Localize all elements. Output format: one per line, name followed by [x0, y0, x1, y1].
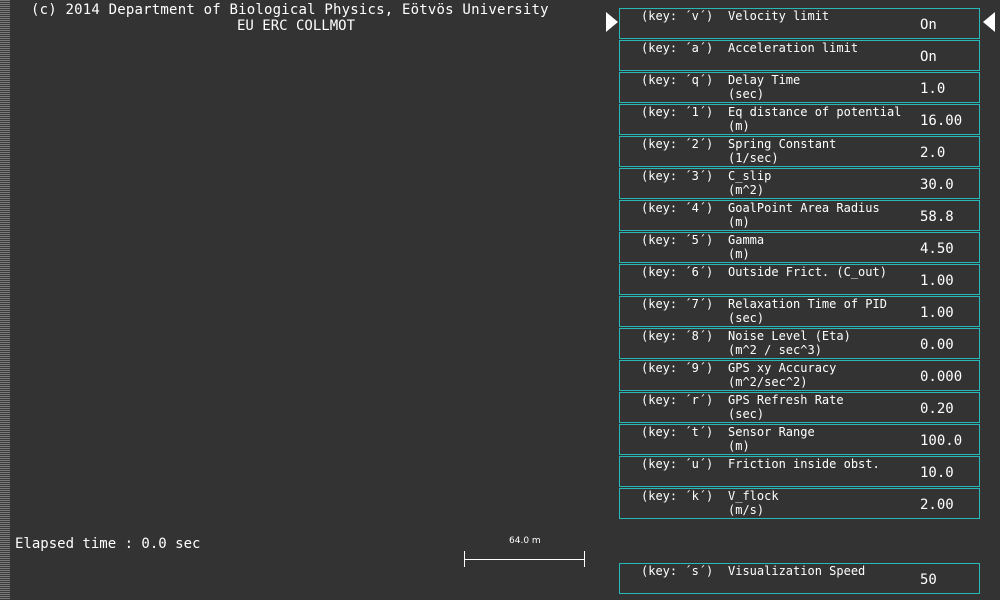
param-row-gamma[interactable]: (key: ´5´) Gamma (m) 4.50 — [619, 232, 980, 263]
param-value: 1.00 — [920, 305, 954, 321]
param-unit: (m^2/sec^2) — [728, 375, 808, 389]
param-unit: (m) — [728, 439, 750, 453]
param-unit: (m/s) — [728, 503, 765, 517]
param-value: 58.8 — [920, 209, 954, 225]
param-row-delay-time[interactable]: (key: ´q´) Delay Time (sec) 1.0 — [619, 72, 980, 103]
param-value: On — [920, 49, 937, 65]
param-row-eq-distance[interactable]: (key: ´1´) Eq distance of potential (m) … — [619, 104, 980, 135]
param-unit: (1/sec) — [728, 151, 779, 165]
param-key: (key: ´8´) — [641, 329, 714, 343]
param-value: 30.0 — [920, 177, 954, 193]
param-key: (key: ´u´) — [641, 457, 714, 471]
param-row-velocity-limit[interactable]: (key: ´v´) Velocity limit On — [619, 8, 980, 39]
param-name: GPS Refresh Rate — [728, 393, 844, 407]
param-name: GoalPoint Area Radius — [728, 201, 880, 215]
param-name: Noise Level (Eta) — [728, 329, 851, 343]
param-unit: (m^2) — [728, 183, 765, 197]
param-row-v-flock[interactable]: (key: ´k´) V_flock (m/s) 2.00 — [619, 488, 980, 519]
param-row-friction-inside[interactable]: (key: ´u´) Friction inside obst. 10.0 — [619, 456, 980, 487]
param-unit: (sec) — [728, 407, 765, 421]
param-key: (key: ´6´) — [641, 265, 714, 279]
scale-bar — [464, 551, 585, 567]
parameter-panel: (key: ´v´) Velocity limit On (key: ´a´) … — [619, 8, 980, 520]
visualization-speed-row[interactable]: (key: ´s´) Visualization Speed 50 — [619, 563, 980, 594]
param-name: Sensor Range — [728, 425, 815, 439]
param-name: Delay Time — [728, 73, 801, 87]
param-name: Gamma — [728, 233, 765, 247]
next-page-arrow-icon[interactable] — [983, 12, 995, 32]
param-value: 2.00 — [920, 497, 954, 513]
param-value: 0.00 — [920, 337, 954, 353]
param-key: (key: ´a´) — [641, 41, 714, 55]
param-key: (key: ´9´) — [641, 361, 714, 375]
param-row-gps-refresh-rate[interactable]: (key: ´r´) GPS Refresh Rate (sec) 0.20 — [619, 392, 980, 423]
param-row-gps-accuracy[interactable]: (key: ´9´) GPS xy Accuracy (m^2/sec^2) 0… — [619, 360, 980, 391]
param-key: (key: ´7´) — [641, 297, 714, 311]
param-name: C_slip — [728, 169, 772, 183]
param-name: Acceleration limit — [728, 41, 859, 55]
param-value: 1.00 — [920, 273, 954, 289]
param-value: 0.000 — [920, 369, 963, 385]
param-name: GPS xy Accuracy — [728, 361, 837, 375]
param-value: 50 — [920, 572, 937, 588]
param-key: (key: ´t´) — [641, 425, 714, 439]
param-key: (key: ´4´) — [641, 201, 714, 215]
param-unit: (sec) — [728, 87, 765, 101]
param-key: (key: ´s´) — [641, 564, 714, 578]
param-unit: (sec) — [728, 311, 765, 325]
param-row-noise-level[interactable]: (key: ´8´) Noise Level (Eta) (m^2 / sec^… — [619, 328, 980, 359]
param-name: V_flock — [728, 489, 779, 503]
credit-line-2: EU ERC COLLMOT — [237, 18, 356, 34]
param-value: 16.00 — [920, 113, 963, 129]
param-name: Outside Frict. (C_out) — [728, 265, 887, 279]
left-edge-scrollbar — [0, 0, 10, 600]
param-key: (key: ´1´) — [641, 105, 714, 119]
param-unit: (m) — [728, 247, 750, 261]
param-row-goalpoint-radius[interactable]: (key: ´4´) GoalPoint Area Radius (m) 58.… — [619, 200, 980, 231]
param-unit: (m) — [728, 119, 750, 133]
param-row-outside-friction[interactable]: (key: ´6´) Outside Frict. (C_out) 1.00 — [619, 264, 980, 295]
param-value: 4.50 — [920, 241, 954, 257]
param-key: (key: ´v´) — [641, 9, 714, 23]
param-name: Visualization Speed — [728, 564, 866, 578]
param-row-relaxation-time[interactable]: (key: ´7´) Relaxation Time of PID (sec) … — [619, 296, 980, 327]
param-value: 100.0 — [920, 433, 963, 449]
param-row-spring-constant[interactable]: (key: ´2´) Spring Constant (1/sec) 2.0 — [619, 136, 980, 167]
credit-line-1: (c) 2014 Department of Biological Physic… — [31, 2, 549, 18]
param-name: Velocity limit — [728, 9, 830, 23]
param-value: On — [920, 17, 937, 33]
param-row-sensor-range[interactable]: (key: ´t´) Sensor Range (m) 100.0 — [619, 424, 980, 455]
param-value: 2.0 — [920, 145, 946, 161]
param-name: Friction inside obst. — [728, 457, 880, 471]
param-name: Spring Constant — [728, 137, 837, 151]
param-name: Relaxation Time of PID — [728, 297, 887, 311]
param-row-acceleration-limit[interactable]: (key: ´a´) Acceleration limit On — [619, 40, 980, 71]
param-key: (key: ´k´) — [641, 489, 714, 503]
param-name: Eq distance of potential — [728, 105, 902, 119]
param-unit: (m^2 / sec^3) — [728, 343, 822, 357]
param-value: 10.0 — [920, 465, 954, 481]
scale-bar-label: 64.0 m — [509, 536, 541, 546]
param-unit: (m) — [728, 215, 750, 229]
previous-page-arrow-icon[interactable] — [606, 12, 618, 32]
param-key: (key: ´3´) — [641, 169, 714, 183]
param-row-c-slip[interactable]: (key: ´3´) C_slip (m^2) 30.0 — [619, 168, 980, 199]
elapsed-time-readout: Elapsed time : 0.0 sec — [15, 536, 201, 552]
param-value: 0.20 — [920, 401, 954, 417]
param-key: (key: ´q´) — [641, 73, 714, 87]
param-value: 1.0 — [920, 81, 946, 97]
param-key: (key: ´r´) — [641, 393, 714, 407]
param-key: (key: ´5´) — [641, 233, 714, 247]
param-key: (key: ´2´) — [641, 137, 714, 151]
